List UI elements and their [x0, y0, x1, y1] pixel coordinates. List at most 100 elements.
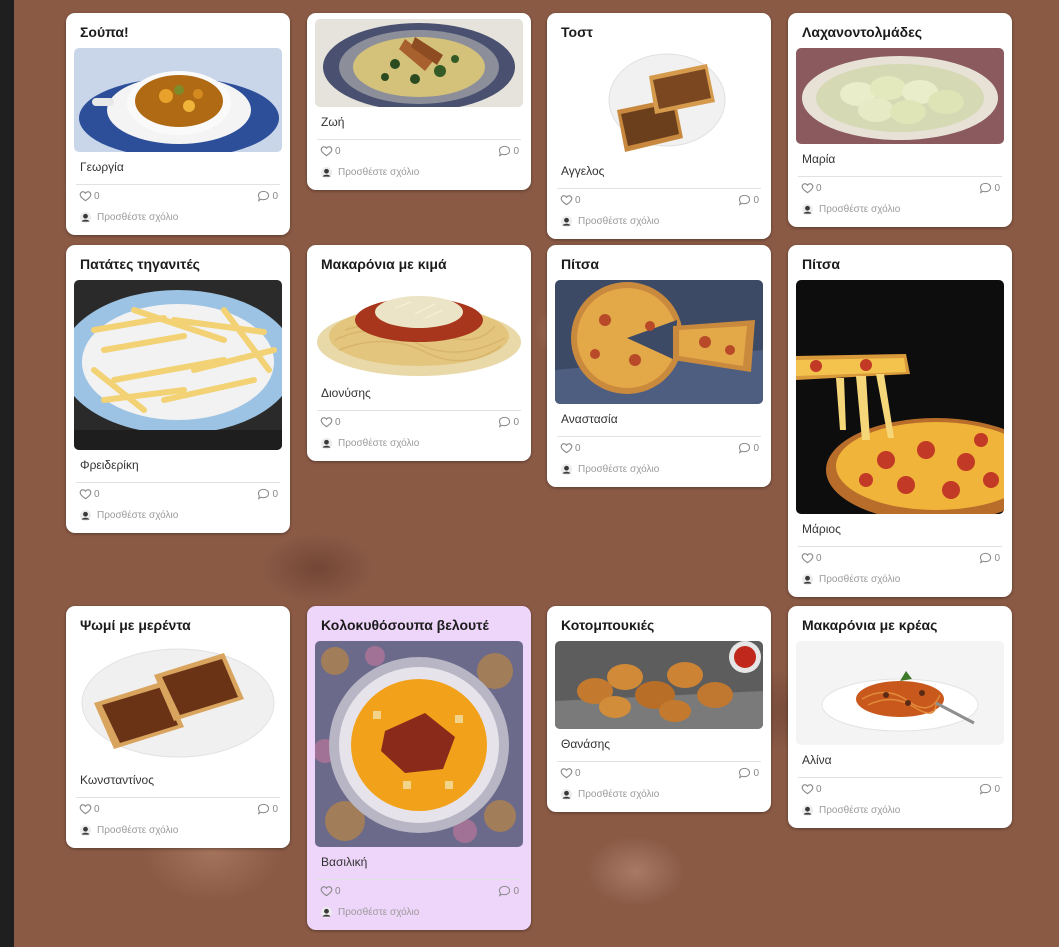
- pasta-meat-image[interactable]: [796, 641, 1004, 745]
- add-comment[interactable]: Προσθέστε σχόλιο: [796, 569, 1004, 597]
- card-actions: 0 0: [315, 880, 523, 902]
- comment-count-button[interactable]: 0: [738, 194, 759, 206]
- like-count: 0: [94, 190, 100, 202]
- add-comment[interactable]: Προσθέστε σχόλιο: [555, 211, 763, 239]
- post-card[interactable]: Πίτσα Μάριος 0 0 Προσθέστε σχόλιο: [788, 245, 1012, 597]
- comment-count-button[interactable]: 0: [257, 190, 278, 202]
- like-button[interactable]: 0: [801, 182, 822, 194]
- card-actions: 0 0: [555, 762, 763, 784]
- like-button[interactable]: 0: [560, 767, 581, 779]
- like-button[interactable]: 0: [320, 145, 341, 157]
- card-actions: 0 0: [74, 185, 282, 207]
- post-card[interactable]: Λαχανοντολμάδες Μαρία 0 0 Προσθέστε σχόλ…: [788, 13, 1012, 227]
- card-title: Λαχανοντολμάδες: [802, 24, 923, 40]
- card-title: Κολοκυθόσουπα βελουτέ: [321, 617, 489, 633]
- like-button[interactable]: 0: [79, 488, 100, 500]
- chicken-nuggets-image[interactable]: [555, 641, 763, 729]
- heart-icon: [801, 553, 814, 564]
- heart-icon: [79, 489, 92, 500]
- post-card-selected[interactable]: Κολοκυθόσουπα βελουτέ Βασιλική 0 0 Προσθ…: [307, 606, 531, 930]
- user-avatar-icon: [80, 509, 91, 521]
- like-button[interactable]: 0: [801, 552, 822, 564]
- post-card[interactable]: Πατάτες τηγανιτές Φρειδερίκη 0 0 Προσθέσ…: [66, 245, 290, 533]
- french-fries-image[interactable]: [74, 280, 282, 450]
- comment-count-button[interactable]: 0: [979, 783, 1000, 795]
- post-card[interactable]: Πίτσα Αναστασία 0 0 Προσθέστε σχόλιο: [547, 245, 771, 487]
- like-button[interactable]: 0: [801, 783, 822, 795]
- comment-count: 0: [513, 416, 519, 428]
- user-avatar-icon: [80, 211, 91, 223]
- cabbage-rolls-image[interactable]: [796, 48, 1004, 144]
- user-avatar-icon: [802, 573, 813, 585]
- card-author: Κωνσταντίνος: [80, 773, 155, 787]
- add-comment[interactable]: Προσθέστε σχόλιο: [74, 207, 282, 235]
- add-comment[interactable]: Προσθέστε σχόλιο: [74, 505, 282, 533]
- like-button[interactable]: 0: [79, 190, 100, 202]
- add-comment-placeholder: Προσθέστε σχόλιο: [578, 215, 660, 227]
- add-comment-placeholder: Προσθέστε σχόλιο: [97, 824, 179, 836]
- add-comment[interactable]: Προσθέστε σχόλιο: [315, 433, 523, 461]
- comment-count: 0: [753, 194, 759, 206]
- like-button[interactable]: 0: [560, 442, 581, 454]
- pepperoni-pizza-image[interactable]: [796, 280, 1004, 514]
- card-author: Φρειδερίκη: [80, 458, 139, 472]
- card-author: Βασιλική: [321, 855, 368, 869]
- comment-bubble-icon: [258, 488, 270, 500]
- heart-icon: [801, 183, 814, 194]
- bread-chocolate-image[interactable]: [74, 641, 282, 765]
- add-comment-placeholder: Προσθέστε σχόλιο: [819, 573, 901, 585]
- comment-count-button[interactable]: 0: [498, 885, 519, 897]
- user-avatar-icon: [802, 203, 813, 215]
- post-card[interactable]: Ζωή 0 0 Προσθέστε σχόλιο: [307, 13, 531, 190]
- post-card[interactable]: Τοστ Αγγελος 0 0 Προσθέστε σχόλιο: [547, 13, 771, 239]
- toast-image[interactable]: [555, 48, 763, 156]
- post-card[interactable]: Σούπα! Γεωργία 0 0 Προσθέστε σχόλιο: [66, 13, 290, 235]
- comment-count-button[interactable]: 0: [257, 803, 278, 815]
- add-comment-placeholder: Προσθέστε σχόλιο: [338, 437, 420, 449]
- add-comment[interactable]: Προσθέστε σχόλιο: [796, 199, 1004, 227]
- heart-icon: [560, 443, 573, 454]
- comment-count-button[interactable]: 0: [498, 416, 519, 428]
- add-comment[interactable]: Προσθέστε σχόλιο: [796, 800, 1004, 828]
- post-card[interactable]: Ψωμί με μερέντα Κωνσταντίνος 0 0 Προσθέσ…: [66, 606, 290, 848]
- card-title: Ψωμί με μερέντα: [80, 617, 191, 633]
- post-card[interactable]: Κοτομπουκιές Θανάσης 0 0 Προσθέστε σχόλι…: [547, 606, 771, 812]
- like-button[interactable]: 0: [79, 803, 100, 815]
- post-card[interactable]: Μακαρόνια με κιμά Διονύσης 0 0 Προσθέστε: [307, 245, 531, 461]
- like-button[interactable]: 0: [320, 416, 341, 428]
- like-count: 0: [816, 552, 822, 564]
- card-author: Θανάσης: [561, 737, 611, 751]
- comment-count-button[interactable]: 0: [979, 182, 1000, 194]
- add-comment-placeholder: Προσθέστε σχόλιο: [97, 211, 179, 223]
- spaghetti-bolognese-image[interactable]: [315, 280, 523, 378]
- add-comment[interactable]: Προσθέστε σχόλιο: [315, 902, 523, 930]
- comment-count-button[interactable]: 0: [738, 767, 759, 779]
- comment-count-button[interactable]: 0: [257, 488, 278, 500]
- post-card[interactable]: Μακαρόνια με κρέας Αλίνα 0 0 Προσθέστε σ…: [788, 606, 1012, 828]
- add-comment[interactable]: Προσθέστε σχόλιο: [315, 162, 523, 190]
- meat-spinach-plate-image[interactable]: [315, 19, 523, 107]
- add-comment[interactable]: Προσθέστε σχόλιο: [555, 459, 763, 487]
- card-author: Διονύσης: [321, 386, 371, 400]
- comment-count: 0: [272, 488, 278, 500]
- comment-count-button[interactable]: 0: [979, 552, 1000, 564]
- pumpkin-soup-image[interactable]: [315, 641, 523, 847]
- comment-count: 0: [272, 803, 278, 815]
- comment-count-button[interactable]: 0: [498, 145, 519, 157]
- like-count: 0: [575, 767, 581, 779]
- add-comment[interactable]: Προσθέστε σχόλιο: [74, 820, 282, 848]
- user-avatar-icon: [321, 906, 332, 918]
- add-comment[interactable]: Προσθέστε σχόλιο: [555, 784, 763, 812]
- soup-bowl-image[interactable]: [74, 48, 282, 152]
- comment-bubble-icon: [499, 885, 511, 897]
- pizza-slice-image[interactable]: [555, 280, 763, 404]
- comment-count: 0: [272, 190, 278, 202]
- comment-count-button[interactable]: 0: [738, 442, 759, 454]
- like-count: 0: [575, 442, 581, 454]
- comment-count: 0: [994, 783, 1000, 795]
- like-button[interactable]: 0: [320, 885, 341, 897]
- user-avatar-icon: [561, 463, 572, 475]
- like-button[interactable]: 0: [560, 194, 581, 206]
- heart-icon: [79, 191, 92, 202]
- add-comment-placeholder: Προσθέστε σχόλιο: [819, 804, 901, 816]
